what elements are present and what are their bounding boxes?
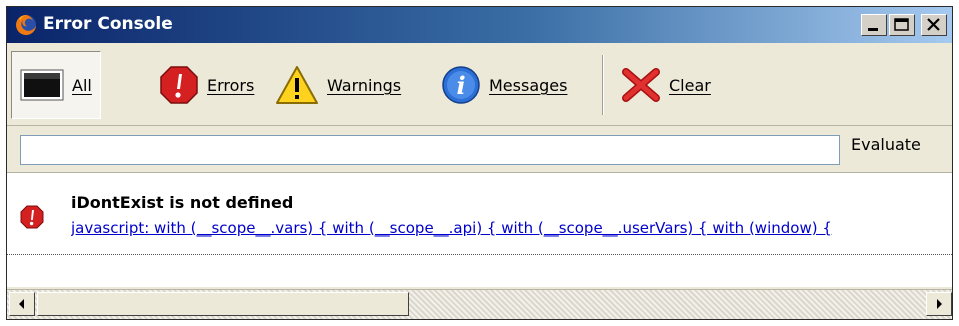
toolbar: All Errors Warnings i Messages Clear	[7, 47, 952, 123]
minimize-icon	[868, 28, 878, 31]
list-item[interactable]: iDontExist is not defined javascript: wi…	[7, 177, 952, 255]
clear-label: Clear	[669, 75, 711, 95]
minimize-button[interactable]	[861, 14, 887, 36]
firefox-icon	[16, 15, 36, 35]
clear-icon	[622, 68, 660, 102]
warnings-button[interactable]: Warnings	[275, 51, 401, 119]
all-label: All	[72, 75, 92, 95]
maximize-button[interactable]	[889, 14, 915, 36]
close-icon	[927, 18, 940, 31]
evaluate-input[interactable]	[20, 135, 840, 165]
messages-label: Messages	[489, 75, 568, 95]
title-bar[interactable]: Error Console	[7, 7, 952, 43]
close-button[interactable]	[921, 14, 947, 36]
error-icon	[160, 66, 198, 104]
errors-button[interactable]: Errors	[159, 51, 254, 119]
messages-button[interactable]: i Messages	[441, 51, 567, 119]
arrow-left-icon	[19, 299, 24, 309]
evaluate-bar: Evaluate	[7, 125, 952, 173]
toolbar-separator	[602, 55, 604, 115]
svg-text:i: i	[456, 71, 465, 100]
clear-button[interactable]: Clear	[621, 51, 711, 119]
warnings-label: Warnings	[327, 75, 402, 95]
all-button[interactable]: All	[11, 51, 101, 119]
message-list: iDontExist is not defined javascript: wi…	[7, 173, 952, 287]
scroll-right-button[interactable]	[926, 292, 952, 316]
all-messages-icon	[20, 69, 64, 101]
horizontal-scrollbar[interactable]	[7, 289, 952, 319]
scroll-left-button[interactable]	[9, 292, 35, 316]
errors-label: Errors	[207, 75, 255, 95]
evaluate-button[interactable]: Evaluate	[851, 135, 921, 165]
window-title: Error Console	[43, 14, 173, 34]
arrow-right-icon	[937, 299, 942, 309]
message-title: iDontExist is not defined	[71, 193, 294, 212]
error-icon	[20, 205, 44, 229]
scrollbar-thumb[interactable]	[37, 292, 409, 316]
warning-icon	[276, 66, 318, 104]
message-source-link[interactable]: javascript: with (__scope__.vars) { with…	[71, 219, 952, 237]
maximize-icon	[894, 18, 909, 31]
info-icon: i	[442, 66, 480, 104]
error-console-window: Error Console All Errors Warnings i Mess…	[6, 6, 953, 320]
